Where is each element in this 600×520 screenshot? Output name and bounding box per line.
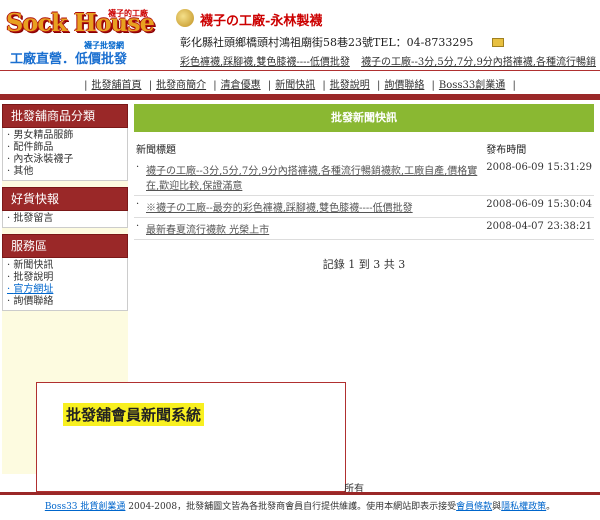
sidebar-item-accessories[interactable]: · 配件飾品 <box>7 142 127 154</box>
column-header-date: 發布時間 <box>486 145 527 156</box>
sidebar-heading-categories: 批發舖商品分類 <box>2 104 128 128</box>
nav-guide[interactable]: 批發說明 <box>330 80 370 91</box>
footer-boss33-link[interactable]: Boss33 批貨創業通 <box>45 502 126 512</box>
row-bullet: · <box>134 217 144 240</box>
marquee-item[interactable]: 襪子の工廠--3分,5分,7分,9分內搭褲襪,各種流行暢銷 <box>361 57 596 67</box>
footer-member-terms-link[interactable]: 會員條款 <box>456 502 492 512</box>
sidebar-item-inquiry[interactable]: · 詢價聯絡 <box>7 296 127 308</box>
news-marquee[interactable]: 彩色褲襪,踩腳襪,雙色膝襪----低價批發 襪子の工廠--3分,5分,7分,9分… <box>180 53 600 67</box>
main-nav: | 批發舖首頁 | 批發商簡介 | 清倉優惠 | 新聞快訊 | 批發說明 | 詢價聯絡 | B… <box>84 80 516 91</box>
row-bullet: · <box>134 159 144 196</box>
footer-and-text: 與 <box>492 502 502 512</box>
table-row: · ※襪子の工廠--最夯的彩色褲襪,踩腳襪,雙色膝襪----低價批發 2008-… <box>134 195 594 218</box>
news-table: 新聞標題 發布時間 · 襪子の工廠--3分,5分,7分,9分內搭褲襪,各種流行暢… <box>134 138 594 240</box>
company-name: 襪子の工廠-永林製襪 <box>200 14 323 29</box>
news-link[interactable]: ※襪子の工廠--最夯的彩色褲襪,踩腳襪,雙色膝襪----低價批發 <box>146 203 413 214</box>
nav-boss33[interactable]: Boss33創業通 <box>439 80 505 91</box>
logo-slogan: 工廠直營．低價批發 <box>10 52 128 67</box>
sidebar-heading-service: 服務區 <box>2 234 128 258</box>
header-divider <box>0 70 600 71</box>
footer-divider <box>0 492 600 495</box>
table-header: 新聞標題 發布時間 <box>134 138 594 159</box>
site-logo[interactable]: Sock House 襪子的工廠 襪子批發網 工廠直營．低價批發 <box>6 6 156 67</box>
nav-bottom-bar <box>0 94 600 100</box>
nav-inquiry[interactable]: 詢價聯絡 <box>384 80 424 91</box>
mail-icon[interactable] <box>492 38 504 47</box>
company-address: 彰化縣社頭鄉橋頭村鴻祖廟街58巷23號TEL：04-8733295 <box>180 36 474 49</box>
page-title: 批發新聞快訊 <box>134 104 594 132</box>
sidebar-item-underwear[interactable]: · 內衣泳裝襪子 <box>7 154 127 166</box>
news-link[interactable]: 最新春夏流行襪款 光榮上市 <box>146 225 269 236</box>
news-date: 2008-06-09 15:31:29 <box>484 159 594 196</box>
sidebar-item-apparel[interactable]: · 男女精品服飾 <box>7 130 127 142</box>
sidebar-item-guestbook[interactable]: · 批發留言 <box>7 213 127 225</box>
main-content: 批發新聞快訊 新聞標題 發布時間 · 襪子の工廠--3分,5分,7分,9分內搭褲… <box>134 104 594 272</box>
column-header-title: 新聞標題 <box>136 145 176 156</box>
nav-about[interactable]: 批發商簡介 <box>156 80 206 91</box>
nav-news[interactable]: 新聞快訊 <box>275 80 315 91</box>
footer-copy-text: 2004-2008，批發舖圖文皆為各批發商會員自行提供維護。使用本網站即表示接受 <box>125 502 457 512</box>
sidebar-list-categories: · 男女精品服飾 · 配件飾品 · 內衣泳裝襪子 · 其他 <box>2 128 128 181</box>
footer-end-text: 。 <box>546 502 556 512</box>
footer-privacy-link[interactable]: 隱私權政策 <box>501 502 546 512</box>
sidebar-item-other[interactable]: · 其他 <box>7 166 127 178</box>
logo-chinese-text: 襪子的工廠 <box>108 8 148 18</box>
sidebar-list-service: · 新聞快訊 · 批發說明 · 官方網址 · 詢價聯絡 <box>2 258 128 311</box>
footer-copyright: Boss33 批貨創業通 2004-2008，批發舖圖文皆為各批發商會員自行提供… <box>0 499 600 512</box>
sidebar-list-deals: · 批發留言 <box>2 211 128 228</box>
company-badge-icon <box>176 9 194 27</box>
news-date: 2008-06-09 15:30:04 <box>484 195 594 218</box>
popup-title: 批發舖會員新聞系統 <box>63 403 205 426</box>
sidebar-item-guide[interactable]: · 批發說明 <box>7 272 127 284</box>
news-link[interactable]: 襪子の工廠--3分,5分,7分,9分內搭褲襪,各種流行暢銷襪款,工廠自產,價格實… <box>146 166 477 192</box>
member-news-popup[interactable]: 批發舖會員新聞系統 <box>36 382 346 492</box>
record-pager: 記錄 1 到 3 共 3 <box>322 258 406 271</box>
sidebar-item-official-site[interactable]: · 官方網址 <box>7 284 127 296</box>
sidebar-item-news[interactable]: · 新聞快訊 <box>7 260 127 272</box>
table-row: · 襪子の工廠--3分,5分,7分,9分內搭褲襪,各種流行暢銷襪款,工廠自產,價… <box>134 159 594 196</box>
nav-clearance[interactable]: 清倉優惠 <box>221 80 261 91</box>
table-row: · 最新春夏流行襪款 光榮上市 2008-04-07 23:38:21 <box>134 217 594 240</box>
marquee-item[interactable]: 彩色褲襪,踩腳襪,雙色膝襪----低價批發 <box>180 57 350 67</box>
nav-home[interactable]: 批發舖首頁 <box>92 80 142 91</box>
row-bullet: · <box>134 195 144 218</box>
sidebar-heading-deals: 好貨快報 <box>2 187 128 211</box>
news-date: 2008-04-07 23:38:21 <box>484 217 594 240</box>
header: Sock House 襪子的工廠 襪子批發網 工廠直營．低價批發 襪子の工廠-永… <box>0 0 600 72</box>
